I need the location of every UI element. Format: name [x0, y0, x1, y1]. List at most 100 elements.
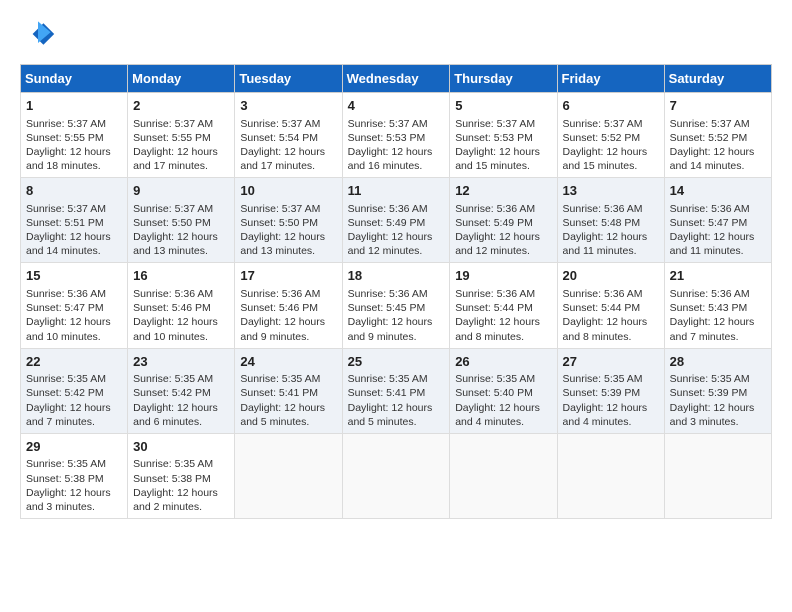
sunset-info: Sunset: 5:50 PM — [240, 217, 318, 229]
calendar-week-5: 29Sunrise: 5:35 AMSunset: 5:38 PMDayligh… — [21, 433, 772, 518]
calendar-week-3: 15Sunrise: 5:36 AMSunset: 5:47 PMDayligh… — [21, 263, 772, 348]
sunrise-info: Sunrise: 5:35 AM — [348, 373, 428, 385]
sunrise-info: Sunrise: 5:37 AM — [133, 203, 213, 215]
daylight-info: Daylight: 12 hours and 10 minutes. — [26, 316, 111, 342]
day-number: 23 — [133, 353, 229, 371]
calendar-cell — [342, 433, 450, 518]
daylight-info: Daylight: 12 hours and 8 minutes. — [455, 316, 540, 342]
sunrise-info: Sunrise: 5:35 AM — [455, 373, 535, 385]
calendar-cell: 3Sunrise: 5:37 AMSunset: 5:54 PMDaylight… — [235, 93, 342, 178]
sunrise-info: Sunrise: 5:36 AM — [563, 203, 643, 215]
day-number: 20 — [563, 267, 659, 285]
day-number: 1 — [26, 97, 122, 115]
sunset-info: Sunset: 5:47 PM — [670, 217, 748, 229]
calendar-cell: 14Sunrise: 5:36 AMSunset: 5:47 PMDayligh… — [664, 178, 771, 263]
sunset-info: Sunset: 5:44 PM — [455, 302, 533, 314]
day-number: 22 — [26, 353, 122, 371]
day-number: 12 — [455, 182, 551, 200]
sunset-info: Sunset: 5:41 PM — [240, 387, 318, 399]
daylight-info: Daylight: 12 hours and 3 minutes. — [26, 487, 111, 513]
sunset-info: Sunset: 5:46 PM — [133, 302, 211, 314]
daylight-info: Daylight: 12 hours and 12 minutes. — [455, 231, 540, 257]
calendar-cell: 30Sunrise: 5:35 AMSunset: 5:38 PMDayligh… — [128, 433, 235, 518]
weekday-thursday: Thursday — [450, 65, 557, 93]
day-number: 13 — [563, 182, 659, 200]
sunset-info: Sunset: 5:50 PM — [133, 217, 211, 229]
calendar-cell: 22Sunrise: 5:35 AMSunset: 5:42 PMDayligh… — [21, 348, 128, 433]
calendar-cell: 17Sunrise: 5:36 AMSunset: 5:46 PMDayligh… — [235, 263, 342, 348]
daylight-info: Daylight: 12 hours and 14 minutes. — [670, 146, 755, 172]
calendar-cell: 25Sunrise: 5:35 AMSunset: 5:41 PMDayligh… — [342, 348, 450, 433]
calendar-cell: 5 Sunrise: 5:37 AM Sunset: 5:53 PM Daylight… — [450, 93, 557, 178]
daylight-info: Daylight: 12 hours and 9 minutes. — [240, 316, 325, 342]
sunset-info: Sunset: 5:39 PM — [563, 387, 641, 399]
calendar-cell — [235, 433, 342, 518]
calendar-cell — [557, 433, 664, 518]
weekday-sunday: Sunday — [21, 65, 128, 93]
calendar-cell: 23 Sunrise: 5:35 AM Sunset: 5:42 PM Dayligh… — [128, 348, 235, 433]
sunset-info: Sunset: 5:38 PM — [26, 473, 104, 485]
weekday-saturday: Saturday — [664, 65, 771, 93]
calendar-cell: 10Sunrise: 5:37 AMSunset: 5:50 PMDayligh… — [235, 178, 342, 263]
day-number: 7 — [670, 97, 766, 115]
calendar-cell: 18Sunrise: 5:36 AMSunset: 5:45 PMDayligh… — [342, 263, 450, 348]
daylight-info: Daylight: 12 hours and 4 minutes. — [455, 402, 540, 428]
calendar-week-4: 22 Sunrise: 5:35 AM Sunset: 5:42 PM Dayligh… — [21, 348, 772, 433]
daylight-info: Daylight: 12 hours and 13 minutes. — [133, 231, 218, 257]
sunset-info: Sunset: 5:45 PM — [348, 302, 426, 314]
day-number: 26 — [455, 353, 551, 371]
sunrise-info: Sunrise: 5:37 AM — [26, 118, 106, 130]
sunrise-info: Sunrise: 5:36 AM — [26, 288, 106, 300]
calendar-cell: 13Sunrise: 5:36 AMSunset: 5:48 PMDayligh… — [557, 178, 664, 263]
calendar-cell: 2Sunrise: 5:37 AMSunset: 5:55 PMDaylight… — [128, 93, 235, 178]
sunset-info: Sunset: 5:55 PM — [26, 132, 104, 144]
sunrise-info: Sunrise: 5:36 AM — [348, 203, 428, 215]
daylight-info: Daylight: 12 hours and 11 minutes. — [670, 231, 755, 257]
daylight-info: Daylight: 12 hours and 18 minutes. — [26, 146, 111, 172]
sunset-info: Sunset: 5:39 PM — [670, 387, 748, 399]
sunrise-info: Sunrise: 5:36 AM — [455, 288, 535, 300]
day-number: 30 — [133, 438, 229, 456]
sunrise-info: Sunrise: 5:37 AM — [133, 118, 213, 130]
daylight-info: Daylight: 12 hours and 11 minutes. — [563, 231, 648, 257]
sunset-info: Sunset: 5:49 PM — [348, 217, 426, 229]
sunrise-info: Sunrise: 5:37 AM — [240, 118, 320, 130]
calendar-cell: 1 Sunrise: 5:37 AM Sunset: 5:55 PM Daylight… — [21, 93, 128, 178]
calendar-cell: 29Sunrise: 5:35 AMSunset: 5:38 PMDayligh… — [21, 433, 128, 518]
day-number: 19 — [455, 267, 551, 285]
sunrise-info: Sunrise: 5:35 AM — [26, 373, 106, 385]
logo — [20, 16, 62, 52]
daylight-info: Daylight: 12 hours and 5 minutes. — [240, 402, 325, 428]
weekday-header-row: SundayMondayTuesdayWednesdayThursdayFrid… — [21, 65, 772, 93]
sunrise-info: Sunrise: 5:35 AM — [670, 373, 750, 385]
sunset-info: Sunset: 5:43 PM — [670, 302, 748, 314]
weekday-tuesday: Tuesday — [235, 65, 342, 93]
calendar-cell: 15Sunrise: 5:36 AMSunset: 5:47 PMDayligh… — [21, 263, 128, 348]
sunrise-info: Sunrise: 5:36 AM — [133, 288, 213, 300]
calendar-table: SundayMondayTuesdayWednesdayThursdayFrid… — [20, 64, 772, 519]
sunset-info: Sunset: 5:42 PM — [133, 387, 211, 399]
daylight-info: Daylight: 12 hours and 13 minutes. — [240, 231, 325, 257]
sunrise-info: Sunrise: 5:37 AM — [240, 203, 320, 215]
sunrise-info: Sunrise: 5:36 AM — [348, 288, 428, 300]
sunrise-info: Sunrise: 5:37 AM — [455, 118, 535, 130]
day-number: 11 — [348, 182, 445, 200]
calendar-cell: 7Sunrise: 5:37 AMSunset: 5:52 PMDaylight… — [664, 93, 771, 178]
sunrise-info: Sunrise: 5:35 AM — [133, 373, 213, 385]
sunrise-info: Sunrise: 5:36 AM — [670, 288, 750, 300]
calendar-cell: 4Sunrise: 5:37 AMSunset: 5:53 PMDaylight… — [342, 93, 450, 178]
day-number: 5 — [455, 97, 551, 115]
daylight-info: Daylight: 12 hours and 6 minutes. — [133, 402, 218, 428]
sunrise-info: Sunrise: 5:37 AM — [348, 118, 428, 130]
day-number: 16 — [133, 267, 229, 285]
day-number: 28 — [670, 353, 766, 371]
day-number: 18 — [348, 267, 445, 285]
calendar-cell: 12Sunrise: 5:36 AMSunset: 5:49 PMDayligh… — [450, 178, 557, 263]
daylight-info: Daylight: 12 hours and 15 minutes. — [455, 146, 540, 172]
daylight-info: Daylight: 12 hours and 7 minutes. — [670, 316, 755, 342]
sunset-info: Sunset: 5:40 PM — [455, 387, 533, 399]
calendar-cell — [450, 433, 557, 518]
sunset-info: Sunset: 5:53 PM — [455, 132, 533, 144]
daylight-info: Daylight: 12 hours and 8 minutes. — [563, 316, 648, 342]
sunset-info: Sunset: 5:42 PM — [26, 387, 104, 399]
